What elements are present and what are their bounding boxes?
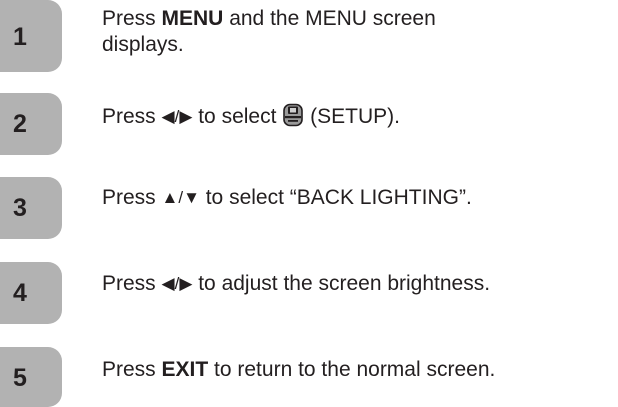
step-text: Press ▲/▼ to select “BACK LIGHTING”. [102, 185, 612, 211]
step-text-part: and the MENU screen [223, 7, 436, 30]
menu-key-label: MENU [161, 7, 224, 30]
step-text: Press ◀/▶ to adjust the screen brightnes… [102, 271, 612, 297]
step-text-part: Press [102, 7, 162, 30]
setup-icon [282, 103, 304, 134]
up-down-arrows-icon: ▲/▼ [161, 188, 200, 207]
step-number: 3 [13, 194, 27, 222]
step-number-tab: 2 [0, 93, 62, 155]
step-text-part: (SETUP). [304, 105, 400, 128]
exit-key-label: EXIT [161, 358, 209, 381]
step-number: 4 [13, 279, 27, 307]
step-text-line2: displays. [102, 33, 184, 56]
step-text-part: to select [192, 105, 283, 128]
step-number-tab: 4 [0, 262, 62, 324]
step-text-part: Press [102, 358, 162, 381]
step-number-tab: 3 [0, 177, 62, 239]
left-right-arrows-icon: ◀/▶ [161, 107, 193, 126]
step-text: Press ◀/▶ to select (SETUP). [102, 103, 612, 134]
step-number: 5 [13, 364, 27, 392]
step-number-tab: 5 [0, 347, 62, 407]
step-number: 1 [13, 23, 27, 51]
step-text-part: to return to the normal screen. [208, 358, 496, 381]
step-text-part: to adjust the screen brightness. [192, 272, 491, 295]
step-text-part: Press [102, 186, 162, 209]
left-right-arrows-icon: ◀/▶ [161, 274, 193, 293]
step-number-tab: 1 [0, 0, 62, 72]
step-number: 2 [13, 110, 27, 138]
step-text: Press MENU and the MENU screen displays. [102, 6, 612, 58]
step-text: Press EXIT to return to the normal scree… [102, 357, 612, 383]
step-text-part: to select “BACK LIGHTING”. [199, 186, 472, 209]
step-text-part: Press [102, 272, 162, 295]
step-text-part: Press [102, 105, 162, 128]
